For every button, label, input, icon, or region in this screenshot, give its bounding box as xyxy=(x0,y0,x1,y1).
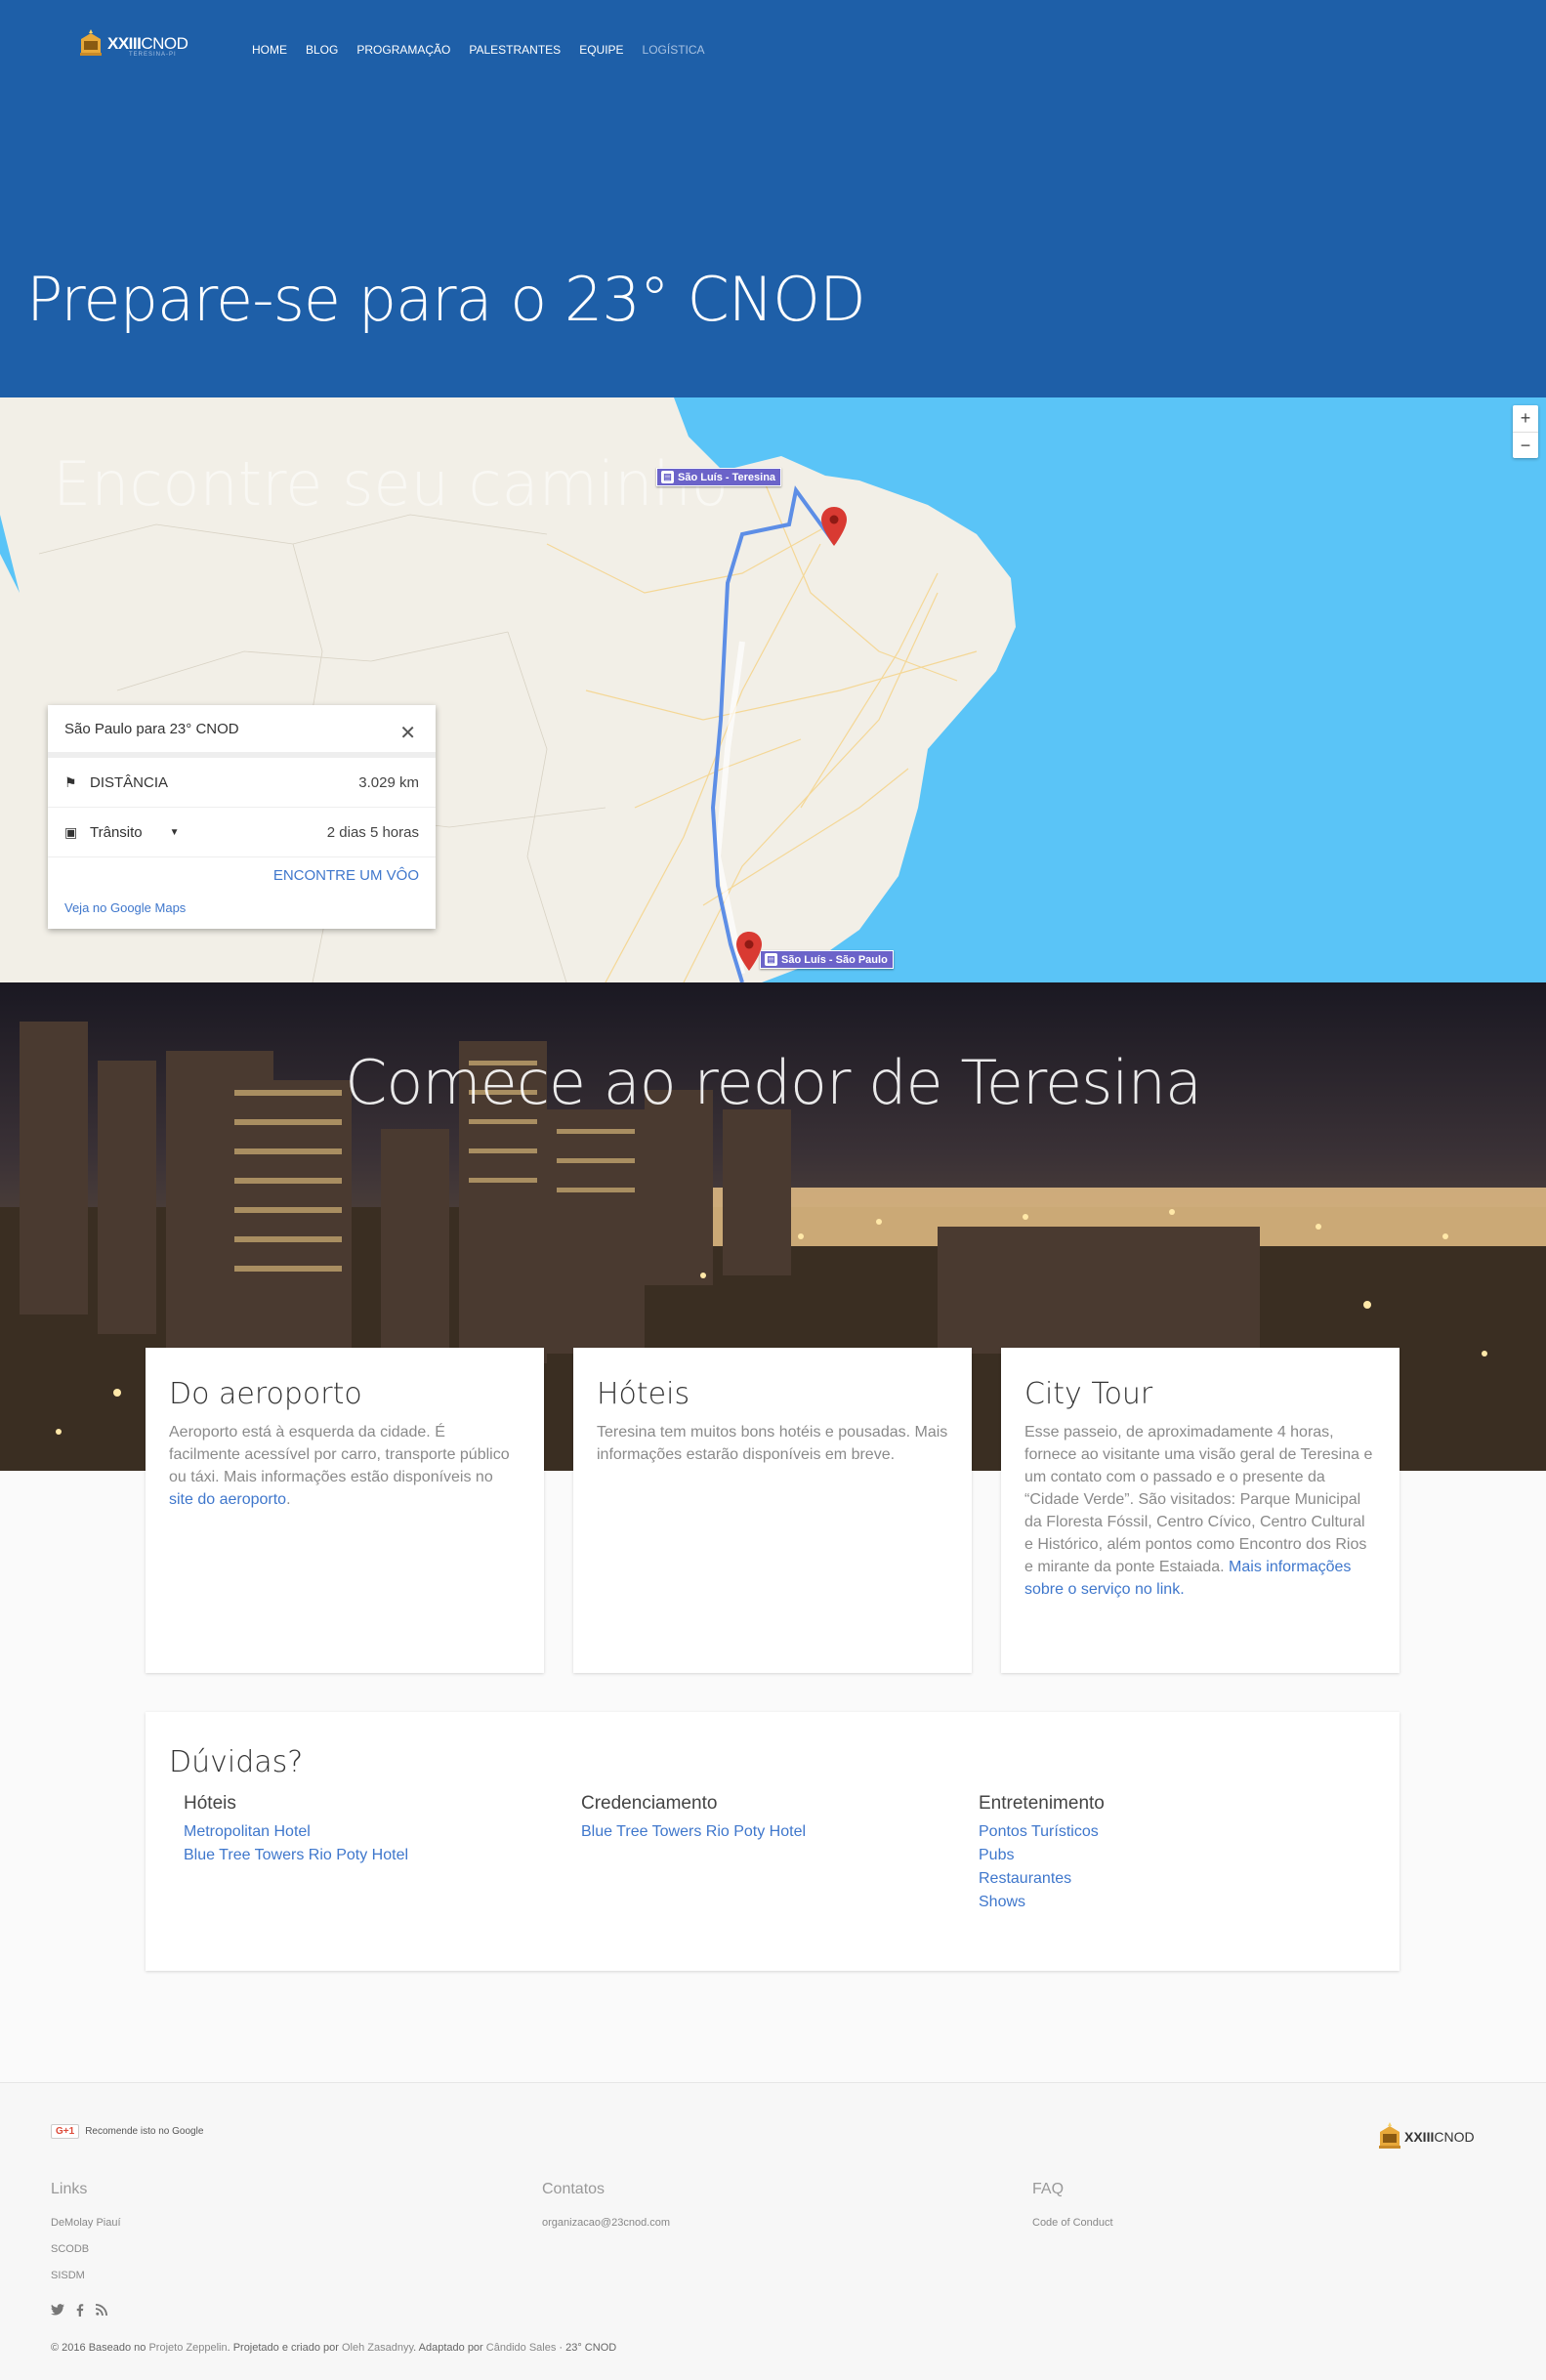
site-logo[interactable]: XXIIICNOD TERESINA-PI xyxy=(78,29,188,59)
logo-text: XXIIICNOD xyxy=(107,34,188,53)
google-plus-text: Recomende isto no Google xyxy=(85,2126,204,2137)
nav-logistica[interactable]: LOGÍSTICA xyxy=(643,43,705,57)
footer-links-column: Links DeMolay Piauí SCODB SISDM xyxy=(51,2181,121,2289)
route-map[interactable]: Encontre seu caminho + − ▤ São Luís - Te… xyxy=(0,397,1546,982)
route-label-bottom[interactable]: ▤ São Luís - São Paulo xyxy=(760,950,894,969)
faq-link[interactable]: Metropolitan Hotel xyxy=(184,1820,581,1844)
footer-column-title: FAQ xyxy=(1032,2181,1065,2197)
airport-site-link[interactable]: site do aeroporto xyxy=(169,1491,286,1508)
author-link[interactable]: Oleh Zasadnyy xyxy=(342,2342,413,2354)
flag-icon: ⚑ xyxy=(64,773,77,790)
logo-subtitle: TERESINA-PI xyxy=(129,52,177,58)
logo-emblem-icon xyxy=(1379,2122,1400,2149)
card-text: Aeroporto está à esquerda da cidade. É f… xyxy=(169,1424,510,1508)
distance-row: ⚑ DISTÂNCIA 3.029 km xyxy=(48,758,436,808)
route-label-text: São Luís - Teresina xyxy=(678,471,776,483)
route-label-text: São Luís - São Paulo xyxy=(781,953,888,966)
zeppelin-link[interactable]: Projeto Zeppelin xyxy=(148,2342,227,2354)
adapter-link[interactable]: Cândido Sales xyxy=(486,2342,557,2354)
card-city-tour: City Tour Esse passeio, de aproximadamen… xyxy=(1001,1348,1400,1673)
site-header: XXIIICNOD TERESINA-PI HOME BLOG PROGRAMA… xyxy=(0,0,1546,397)
origin-pin-icon[interactable] xyxy=(736,932,762,971)
copyright-text: © 2016 Baseado no Projeto Zeppelin. Proj… xyxy=(51,2342,617,2354)
distance-label: DISTÂNCIA xyxy=(90,773,169,791)
card-text: Teresina tem muitos bons hotéis e pousad… xyxy=(597,1424,948,1463)
contact-email-link[interactable]: organizacao@23cnod.com xyxy=(542,2210,670,2236)
destination-label: 23° CNOD xyxy=(169,720,239,737)
card-title: Hóteis xyxy=(597,1377,690,1411)
city-banner-title: Comece ao redor de Teresina xyxy=(345,1047,1202,1118)
faq-column-heading: Entretenimento xyxy=(979,1793,1105,1814)
card-airport: Do aeroporto Aeroporto está à esquerda d… xyxy=(146,1348,544,1673)
origin-label: São Paulo xyxy=(64,720,133,737)
zoom-in-button[interactable]: + xyxy=(1513,405,1538,432)
card-title: Do aeroporto xyxy=(169,1377,362,1411)
map-overlay-title: Encontre seu caminho xyxy=(53,448,729,520)
twitter-icon[interactable] xyxy=(51,2304,64,2316)
view-on-google-maps-link[interactable]: Veja no Google Maps xyxy=(64,900,186,915)
card-text: Esse passeio, de aproximadamente 4 horas… xyxy=(1024,1424,1373,1598)
faq-column-hotels: Hóteis Metropolitan Hotel Blue Tree Towe… xyxy=(184,1793,581,1914)
nav-equipe[interactable]: EQUIPE xyxy=(579,43,623,57)
google-plus-button[interactable]: G+1 xyxy=(51,2124,80,2139)
faq-link[interactable]: Blue Tree Towers Rio Poty Hotel xyxy=(581,1820,979,1844)
facebook-icon[interactable] xyxy=(76,2304,84,2317)
footer-logo-text: XXIIICNOD xyxy=(1404,2129,1475,2145)
bus-icon: ▤ xyxy=(765,953,777,966)
faq-column-heading: Credenciamento xyxy=(581,1793,718,1814)
social-links xyxy=(51,2304,107,2317)
google-plus-widget[interactable]: G+1 Recomende isto no Google xyxy=(51,2124,203,2139)
faq-section: Dúvidas? Hóteis Metropolitan Hotel Blue … xyxy=(146,1712,1400,1971)
card-hotels: Hóteis Teresina tem muitos bons hotéis e… xyxy=(573,1348,972,1673)
distance-value: 3.029 km xyxy=(358,773,419,791)
code-of-conduct-link[interactable]: Code of Conduct xyxy=(1032,2210,1113,2236)
faq-link[interactable]: Restaurantes xyxy=(979,1867,1376,1891)
footer-logo[interactable]: XXIIICNOD xyxy=(1377,2122,1475,2151)
hero-title: Prepare-se para o 23° CNOD xyxy=(26,264,866,335)
connector-label: para xyxy=(132,720,170,737)
zoom-out-button[interactable]: − xyxy=(1513,432,1538,458)
faq-link[interactable]: Shows xyxy=(979,1891,1376,1914)
nav-programacao[interactable]: PROGRAMAÇÃO xyxy=(356,43,450,57)
nav-blog[interactable]: BLOG xyxy=(306,43,338,57)
nav-home[interactable]: HOME xyxy=(252,43,287,57)
footer-column-title: Links xyxy=(51,2181,88,2197)
destination-pin-icon[interactable] xyxy=(821,507,847,546)
nav-palestrantes[interactable]: PALESTRANTES xyxy=(469,43,561,57)
faq-column-heading: Hóteis xyxy=(184,1793,236,1814)
footer-link[interactable]: SISDM xyxy=(51,2263,121,2289)
bus-icon: ▤ xyxy=(661,471,674,483)
travel-mode-row: ▣ Trânsito ▼ 2 dias 5 horas xyxy=(48,808,436,857)
rss-icon[interactable] xyxy=(96,2304,107,2316)
footer-column-title: Contatos xyxy=(542,2181,606,2197)
directions-panel: São Paulo para 23° CNOD ✕ ⚑ DISTÂNCIA 3.… xyxy=(48,705,436,929)
main-nav: HOME BLOG PROGRAMAÇÃO PALESTRANTES EQUIP… xyxy=(252,43,705,57)
site-footer: G+1 Recomende isto no Google XXIIICNOD L… xyxy=(0,2082,1546,2380)
travel-time-value: 2 dias 5 horas xyxy=(326,823,419,841)
chevron-down-icon[interactable]: ▼ xyxy=(170,827,180,838)
faq-column-entertainment: Entretenimento Pontos Turísticos Pubs Re… xyxy=(979,1793,1376,1914)
faq-link[interactable]: Pubs xyxy=(979,1844,1376,1867)
faq-column-accreditation: Credenciamento Blue Tree Towers Rio Poty… xyxy=(581,1793,979,1914)
directions-header: São Paulo para 23° CNOD ✕ xyxy=(48,705,436,758)
close-icon[interactable]: ✕ xyxy=(399,721,416,745)
route-label-top[interactable]: ▤ São Luís - Teresina xyxy=(656,468,782,486)
faq-title: Dúvidas? xyxy=(169,1745,304,1779)
faq-link[interactable]: Pontos Turísticos xyxy=(979,1820,1376,1844)
footer-faq-column: FAQ Code of Conduct xyxy=(1032,2181,1113,2236)
find-flight-button[interactable]: ENCONTRE UM VÔO xyxy=(273,867,419,884)
footer-link[interactable]: SCODB xyxy=(51,2236,121,2263)
footer-link[interactable]: DeMolay Piauí xyxy=(51,2210,121,2236)
travel-mode-select[interactable]: Trânsito xyxy=(90,824,143,841)
logo-emblem-icon xyxy=(80,29,102,56)
card-title: City Tour xyxy=(1024,1377,1153,1411)
map-zoom-control: + − xyxy=(1513,405,1538,458)
faq-link[interactable]: Blue Tree Towers Rio Poty Hotel xyxy=(184,1844,581,1867)
bus-icon: ▣ xyxy=(64,823,78,840)
footer-contacts-column: Contatos organizacao@23cnod.com xyxy=(542,2181,670,2236)
